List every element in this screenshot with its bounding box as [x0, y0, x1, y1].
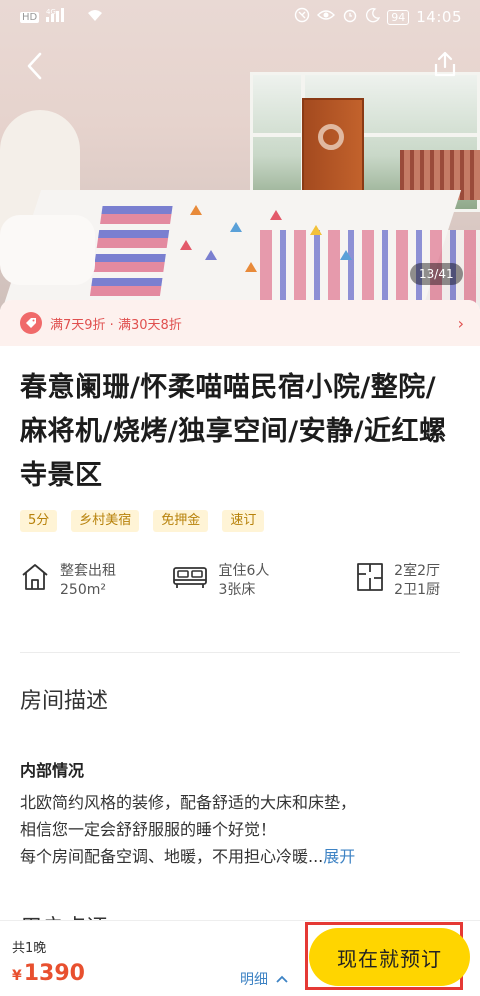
- signal-type-label: 4G: [46, 8, 56, 16]
- fact-line: 整套出租: [60, 563, 116, 579]
- description-line: 北欧简约风格的装修，配备舒适的大床和床垫，: [20, 793, 357, 812]
- tag-list: 5分 乡村美宿 免押金 速订: [0, 498, 480, 532]
- description-line-last: 每个房间配备空调、地暖，不用担心冷暖...展开: [20, 843, 460, 870]
- network-label: HD: [20, 11, 40, 23]
- description-title: 房间描述: [20, 689, 109, 714]
- photo-pillow: [0, 215, 95, 285]
- fact-rental-type: 整套出租 250m²: [20, 562, 172, 628]
- reviews-title: 用户点评: [0, 870, 480, 920]
- signal-icon: 4G: [46, 8, 80, 26]
- clock: 14:05: [416, 8, 462, 26]
- photo-pattern: [190, 205, 202, 215]
- photo-pattern: [270, 210, 282, 220]
- fact-guests: 宜住6人 3张床: [172, 562, 324, 628]
- status-bar: HD 4G 94 14:05: [0, 0, 480, 34]
- fact-line: 3张床: [218, 582, 256, 598]
- detail-label: 明细: [240, 972, 268, 988]
- photo-pattern: [310, 225, 322, 235]
- listing-title: 春意阑珊/怀柔喵喵民宿小院/整院/麻将机/烧烤/独享空间/安静/近红螺寺景区: [20, 372, 447, 491]
- description-text: 北欧简约风格的装修，配备舒适的大床和床垫， 相信您一定会舒舒服服的睡个好觉！ 每…: [0, 781, 480, 870]
- photo-pattern: [205, 250, 217, 260]
- tag-category: 乡村美宿: [71, 510, 140, 532]
- listing-photo[interactable]: [0, 0, 480, 310]
- eye-icon: [317, 8, 336, 26]
- tag-instant-book: 速订: [222, 510, 265, 532]
- price-value: 1390: [23, 961, 85, 986]
- bed-icon: [173, 567, 208, 588]
- nights-label: 共1晚: [12, 941, 47, 956]
- chevron-up-icon: [276, 975, 288, 983]
- house-icon: [22, 564, 48, 590]
- price-tag-icon: [20, 312, 42, 334]
- share-icon: [434, 51, 456, 77]
- battery-icon: 94: [387, 9, 410, 25]
- fact-line: 250m²: [60, 582, 106, 598]
- promo-text: 满7天9折 · 满30天8折: [50, 317, 182, 333]
- listing-facts: 整套出租 250m² 宜住6人 3张床 2室2厅 2卫1厨: [0, 532, 480, 628]
- floorplan-icon: [357, 563, 384, 591]
- chevron-left-icon: [27, 52, 42, 80]
- promo-banner[interactable]: 满7天9折 · 满30天8折 ›: [0, 300, 480, 346]
- fact-line: 宜住6人: [218, 563, 270, 579]
- expand-link[interactable]: 展开: [323, 847, 355, 866]
- book-now-button[interactable]: 现在就预订: [309, 928, 470, 986]
- tag-rating: 5分: [20, 510, 58, 532]
- fact-rooms: 2室2厅 2卫1厨: [325, 562, 480, 628]
- price-detail-toggle[interactable]: 明细: [240, 969, 288, 989]
- chevron-right-icon: ›: [457, 313, 464, 333]
- listing-detail: 满7天9折 · 满30天8折 › 春意阑珊/怀柔喵喵民宿小院/整院/麻将机/烧烤…: [0, 300, 480, 920]
- description-line: 相信您一定会舒舒服服的睡个好觉！: [20, 820, 277, 839]
- description-line: 每个房间配备空调、地暖，不用担心冷暖...: [20, 847, 324, 866]
- moon-icon: [365, 7, 381, 27]
- interior-subtitle: 内部情况: [20, 761, 85, 780]
- photo-pattern: [180, 240, 192, 250]
- photo-pattern: [340, 250, 352, 260]
- total-price: ¥1390: [12, 961, 85, 986]
- share-button[interactable]: [428, 46, 462, 82]
- currency-symbol: ¥: [12, 968, 22, 984]
- photo-pattern: [230, 222, 242, 232]
- wifi-icon: [87, 8, 103, 26]
- tag-deposit: 免押金: [153, 510, 209, 532]
- fact-line: 2卫1厨: [394, 582, 440, 598]
- back-button[interactable]: [18, 48, 50, 84]
- photo-wreath: [318, 124, 344, 150]
- photo-counter: 13/41: [410, 263, 463, 285]
- nfc-icon: [294, 7, 310, 27]
- alarm-icon: [342, 7, 358, 27]
- fact-line: 2室2厅: [394, 563, 440, 579]
- photo-pattern: [245, 262, 257, 272]
